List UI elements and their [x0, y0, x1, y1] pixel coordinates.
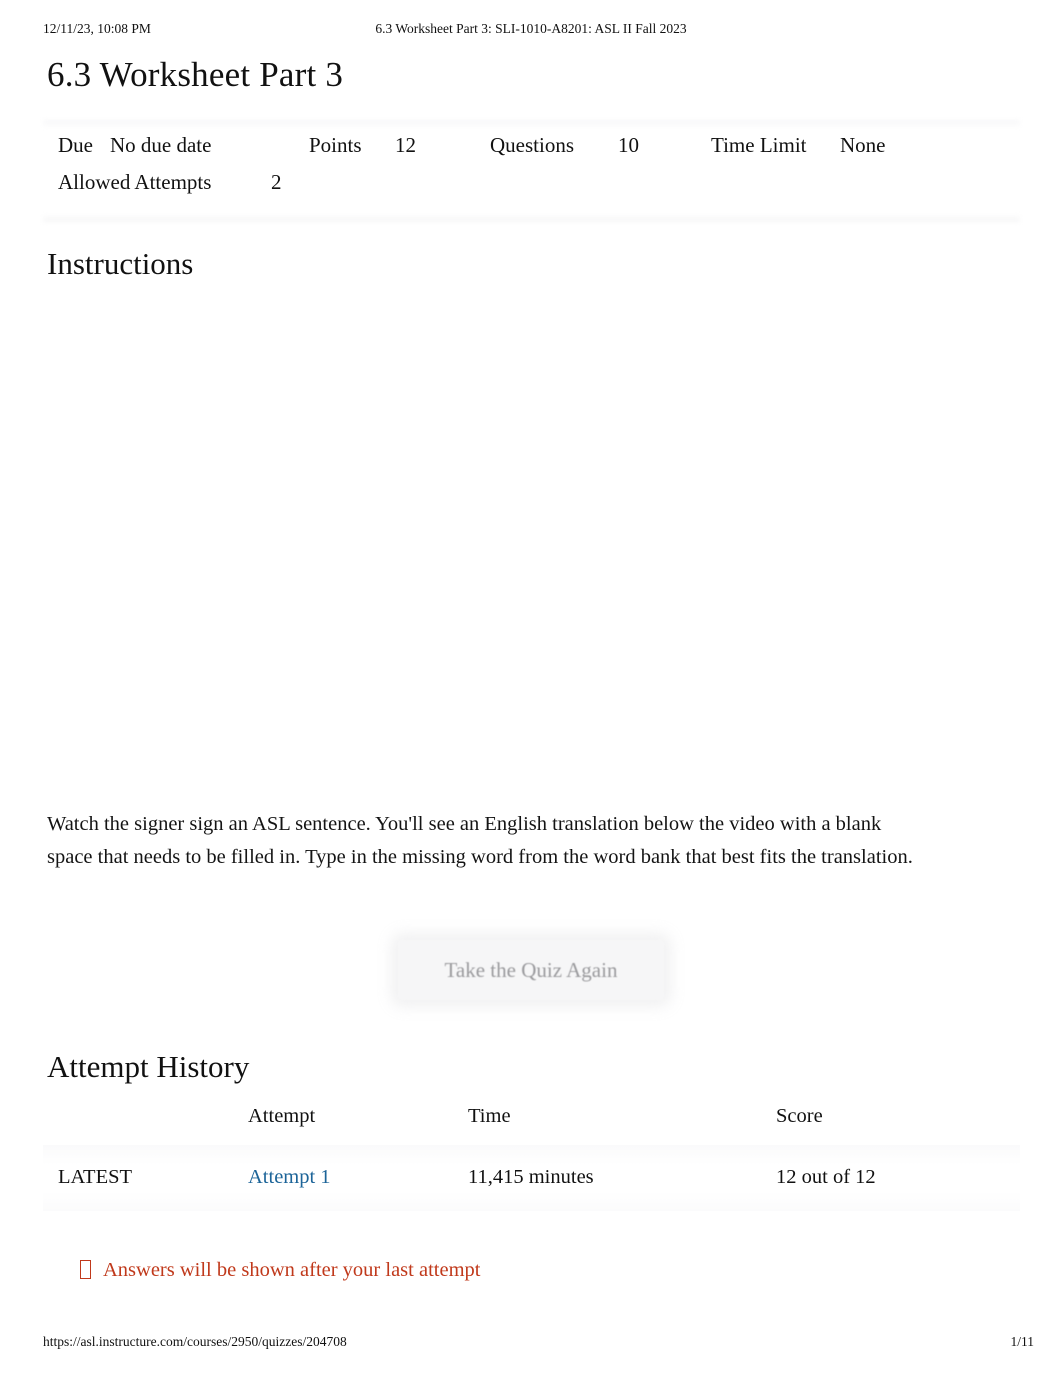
instructions-body-text: Watch the signer sign an ASL sentence. Y… [47, 813, 913, 868]
points-label: Points [309, 133, 362, 157]
row-attempt-cell: Attempt 1 [248, 1145, 468, 1211]
quiz-meta-bar: Due No due date Points 12 Questions 10 T… [43, 120, 1020, 218]
table-header-row: Attempt Time Score [43, 1105, 1020, 1145]
column-header-time: Time [468, 1105, 511, 1127]
print-header: 12/11/23, 10:08 PM 6.3 Worksheet Part 3:… [0, 21, 1062, 39]
due-value: No due date [110, 133, 212, 157]
questions-value: 10 [618, 133, 639, 157]
points-value: 12 [395, 133, 416, 157]
print-footer-page-number: 1/11 [1010, 1334, 1035, 1349]
print-footer-url: https://asl.instructure.com/courses/2950… [43, 1334, 347, 1349]
allowed-attempts-label: Allowed Attempts [58, 170, 212, 194]
row-time-cell: 11,415 minutes [468, 1166, 594, 1188]
page-title: 6.3 Worksheet Part 3 [47, 55, 344, 94]
answers-notice-text: Answers will be shown after your last at… [103, 1259, 481, 1281]
column-header-score: Score [776, 1105, 823, 1127]
row-score-cell: 12 out of 12 [776, 1166, 876, 1188]
print-document-title: 6.3 Worksheet Part 3: SLI-1010-A8201: AS… [375, 21, 687, 36]
allowed-attempts-value: 2 [271, 170, 282, 194]
due-label: Due [58, 133, 93, 157]
quiz-actions: Take the Quiz Again [0, 938, 1062, 1008]
answers-notice: Answers will be shown after your last at… [80, 1256, 480, 1284]
time-limit-label: Time Limit [711, 133, 807, 157]
print-footer: https://asl.instructure.com/courses/2950… [0, 1334, 1062, 1354]
instructions-heading: Instructions [47, 246, 194, 281]
attempt-history-heading: Attempt History [47, 1049, 250, 1084]
column-header-attempt: Attempt [248, 1105, 316, 1127]
questions-label: Questions [490, 133, 574, 157]
attempt-history-table: Attempt Time Score LATEST Attempt 1 11,4… [43, 1105, 1020, 1211]
table-row: LATEST Attempt 1 11,415 minutes 12 out o… [43, 1145, 1020, 1211]
take-quiz-again-button[interactable]: Take the Quiz Again [398, 940, 664, 1000]
embedded-video-placeholder [47, 300, 947, 800]
column-header-kept [43, 1105, 248, 1145]
quiz-print-page: 12/11/23, 10:08 PM 6.3 Worksheet Part 3:… [0, 0, 1062, 1377]
attempt-link[interactable]: Attempt 1 [248, 1166, 331, 1189]
row-kept-badge: LATEST [58, 1166, 133, 1188]
missing-glyph-box-icon [80, 1260, 91, 1279]
time-limit-value: None [840, 133, 886, 157]
